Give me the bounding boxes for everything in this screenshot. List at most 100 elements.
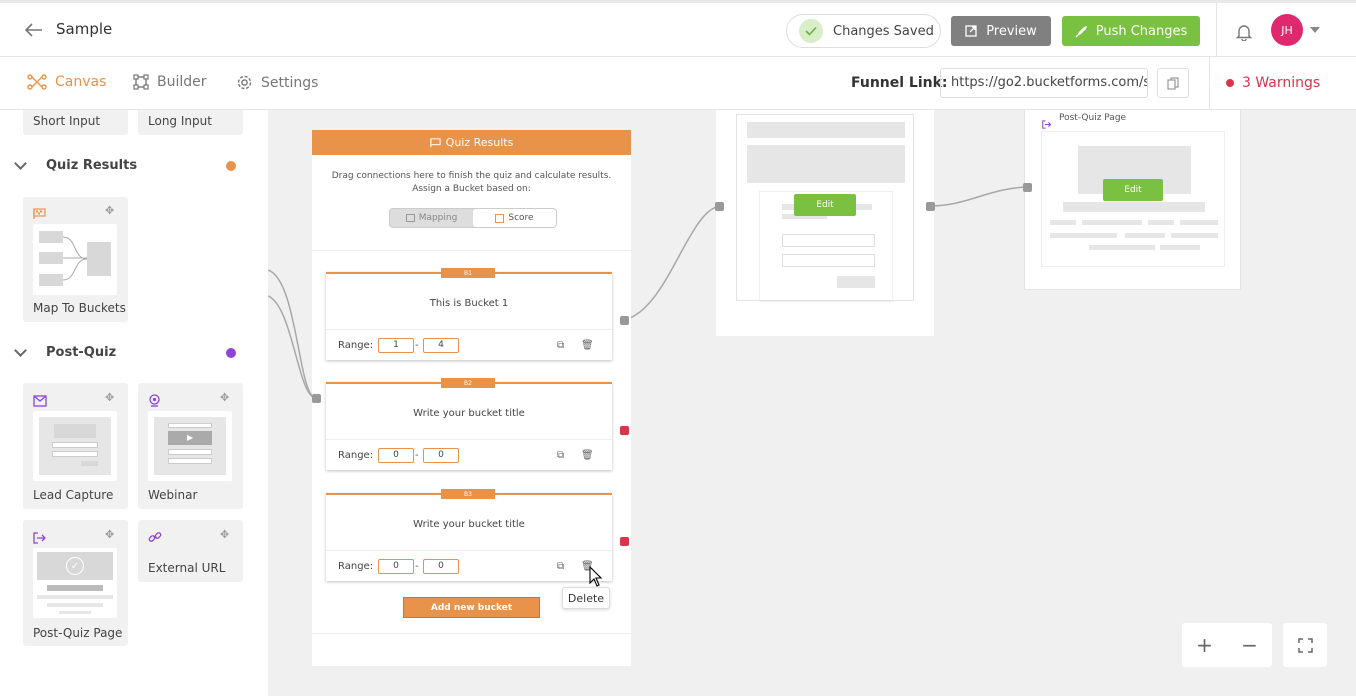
- bucket-title[interactable]: This is Bucket 1: [326, 298, 612, 309]
- changes-saved-label: Changes Saved: [833, 23, 934, 39]
- gear-icon: [236, 74, 253, 91]
- chart-icon: [405, 214, 415, 222]
- post-quiz-page-input-connector[interactable]: [1023, 183, 1032, 192]
- zoom-out-button[interactable]: −: [1227, 623, 1272, 667]
- trash-icon[interactable]: 🗑: [581, 340, 594, 351]
- drag-handle-icon[interactable]: ✥: [105, 391, 114, 404]
- add-new-bucket-button[interactable]: Add new bucket: [403, 597, 540, 618]
- collapse-post-quiz-icon[interactable]: [14, 344, 27, 357]
- avatar-initials: JH: [1281, 23, 1293, 37]
- funnel-link-label: Funnel Link:: [851, 75, 948, 91]
- long-input-label: Long Input: [148, 114, 212, 128]
- header-divider: [1216, 3, 1217, 57]
- range-label: Range:: [338, 450, 374, 461]
- lead-capture-thumbnail: [33, 411, 117, 481]
- mouse-cursor-icon: [589, 566, 603, 587]
- quiz-results-color-dot: [226, 161, 236, 171]
- fullscreen-icon: [1297, 637, 1313, 653]
- post-quiz-page-thumbnail: ✓: [33, 548, 117, 618]
- range-min-input[interactable]: 0: [378, 448, 414, 463]
- tab-settings[interactable]: Settings: [236, 74, 318, 91]
- delete-tooltip: Delete: [562, 587, 610, 609]
- quiz-results-node[interactable]: Quiz Results Drag connections here to fi…: [312, 130, 631, 666]
- lead-capture-edit-button[interactable]: Edit: [794, 194, 856, 216]
- post-quiz-page-card[interactable]: ✥ ✓ Post-Quiz Page: [23, 520, 128, 646]
- preview-label: Preview: [986, 23, 1037, 39]
- webinar-card[interactable]: ✥ ▶ Webinar: [138, 383, 243, 509]
- copy-icon[interactable]: ⧉: [557, 561, 564, 572]
- tab-canvas[interactable]: Canvas: [27, 74, 106, 90]
- chevron-down-icon[interactable]: [1310, 27, 1320, 33]
- drag-handle-icon[interactable]: ✥: [105, 204, 114, 217]
- post-quiz-page-edit-button[interactable]: Edit: [1103, 179, 1163, 201]
- lead-capture-node[interactable]: Edit: [716, 110, 934, 336]
- warnings-label: 3 Warnings: [1242, 75, 1321, 91]
- lead-capture-input-connector[interactable]: [715, 202, 724, 211]
- lead-capture-output-connector[interactable]: [926, 202, 935, 211]
- long-input-card[interactable]: Long Input: [138, 110, 243, 135]
- copy-link-button[interactable]: [1157, 68, 1189, 98]
- fullscreen-button[interactable]: [1283, 623, 1327, 667]
- range-label: Range:: [338, 561, 374, 572]
- bucket-2-connector[interactable]: [620, 426, 629, 435]
- tab-builder[interactable]: Builder: [133, 74, 207, 90]
- webcam-icon: [148, 392, 161, 411]
- bucket-tag: B1: [441, 268, 495, 278]
- bucket-card[interactable]: B1 This is Bucket 1 Range: 1 - 4 ⧉ 🗑: [326, 268, 612, 360]
- drag-handle-icon[interactable]: ✥: [220, 528, 229, 541]
- zoom-in-button[interactable]: +: [1182, 623, 1227, 667]
- bucket-title[interactable]: Write your bucket title: [326, 408, 612, 419]
- avatar[interactable]: JH: [1271, 14, 1303, 46]
- trash-icon[interactable]: 🗑: [581, 450, 594, 461]
- range-max-input[interactable]: 4: [423, 338, 459, 353]
- range-min-input[interactable]: 0: [378, 559, 414, 574]
- bell-icon[interactable]: [1234, 22, 1254, 42]
- range-max-input[interactable]: 0: [423, 559, 459, 574]
- assign-mode-toggle: Mapping Score: [389, 208, 557, 228]
- lead-capture-label: Lead Capture: [33, 488, 114, 502]
- rocket-icon: [1075, 25, 1088, 38]
- warnings-link[interactable]: 3 Warnings: [1226, 75, 1320, 91]
- copy-icon[interactable]: ⧉: [557, 450, 564, 461]
- external-url-card[interactable]: ✥ External URL: [138, 520, 243, 582]
- range-max-input[interactable]: 0: [423, 448, 459, 463]
- post-quiz-page-node[interactable]: Post-Quiz Page Edit: [1024, 110, 1241, 290]
- tab-canvas-label: Canvas: [55, 74, 107, 90]
- bucket-title[interactable]: Write your bucket title: [326, 519, 612, 530]
- mapping-label: Mapping: [418, 213, 458, 223]
- drag-handle-icon[interactable]: ✥: [105, 528, 114, 541]
- flag-icon: [33, 205, 46, 224]
- short-input-label: Short Input: [33, 114, 101, 128]
- builder-icon: [133, 74, 149, 90]
- preview-button[interactable]: Preview: [951, 16, 1051, 46]
- collapse-quiz-results-icon[interactable]: [14, 157, 27, 170]
- webinar-thumbnail: ▶: [148, 411, 232, 481]
- drag-handle-icon[interactable]: ✥: [220, 391, 229, 404]
- quiz-results-section-title: Quiz Results: [46, 158, 138, 173]
- quiz-results-description-2: Assign a Bucket based on:: [412, 184, 531, 194]
- push-changes-button[interactable]: Push Changes: [1062, 16, 1200, 46]
- copy-icon[interactable]: ⧉: [557, 340, 564, 351]
- map-to-buckets-card[interactable]: ✥ Map To Buckets: [23, 197, 128, 322]
- push-changes-label: Push Changes: [1095, 23, 1188, 39]
- canvas[interactable]: Quiz Results Drag connections here to fi…: [268, 110, 1356, 696]
- score-toggle[interactable]: Score: [473, 209, 556, 227]
- bucket-card[interactable]: B3 Write your bucket title Range: 0 - 0 …: [326, 489, 612, 581]
- external-link-icon: [965, 25, 977, 37]
- quiz-results-node-title: Quiz Results: [445, 136, 514, 149]
- sub-bar: Canvas Builder Settings Funnel Link: htt…: [0, 57, 1356, 110]
- bucket-3-connector[interactable]: [620, 537, 629, 546]
- flag-icon: [430, 137, 441, 148]
- back-arrow-icon[interactable]: [24, 20, 44, 40]
- lead-capture-card[interactable]: ✥ Lead Capture: [23, 383, 128, 509]
- map-to-buckets-label: Map To Buckets: [33, 301, 126, 315]
- quiz-results-description-1: Drag connections here to finish the quiz…: [331, 171, 612, 181]
- bucket-card[interactable]: B2 Write your bucket title Range: 0 - 0 …: [326, 378, 612, 470]
- bucket-1-connector[interactable]: [620, 316, 629, 325]
- node-divider: [312, 633, 631, 634]
- short-input-card[interactable]: Short Input: [23, 110, 128, 135]
- mapping-toggle[interactable]: Mapping: [390, 209, 473, 227]
- input-connector[interactable]: [312, 394, 321, 403]
- funnel-link-input[interactable]: https://go2.bucketforms.com/sf: [940, 68, 1148, 98]
- range-min-input[interactable]: 1: [378, 338, 414, 353]
